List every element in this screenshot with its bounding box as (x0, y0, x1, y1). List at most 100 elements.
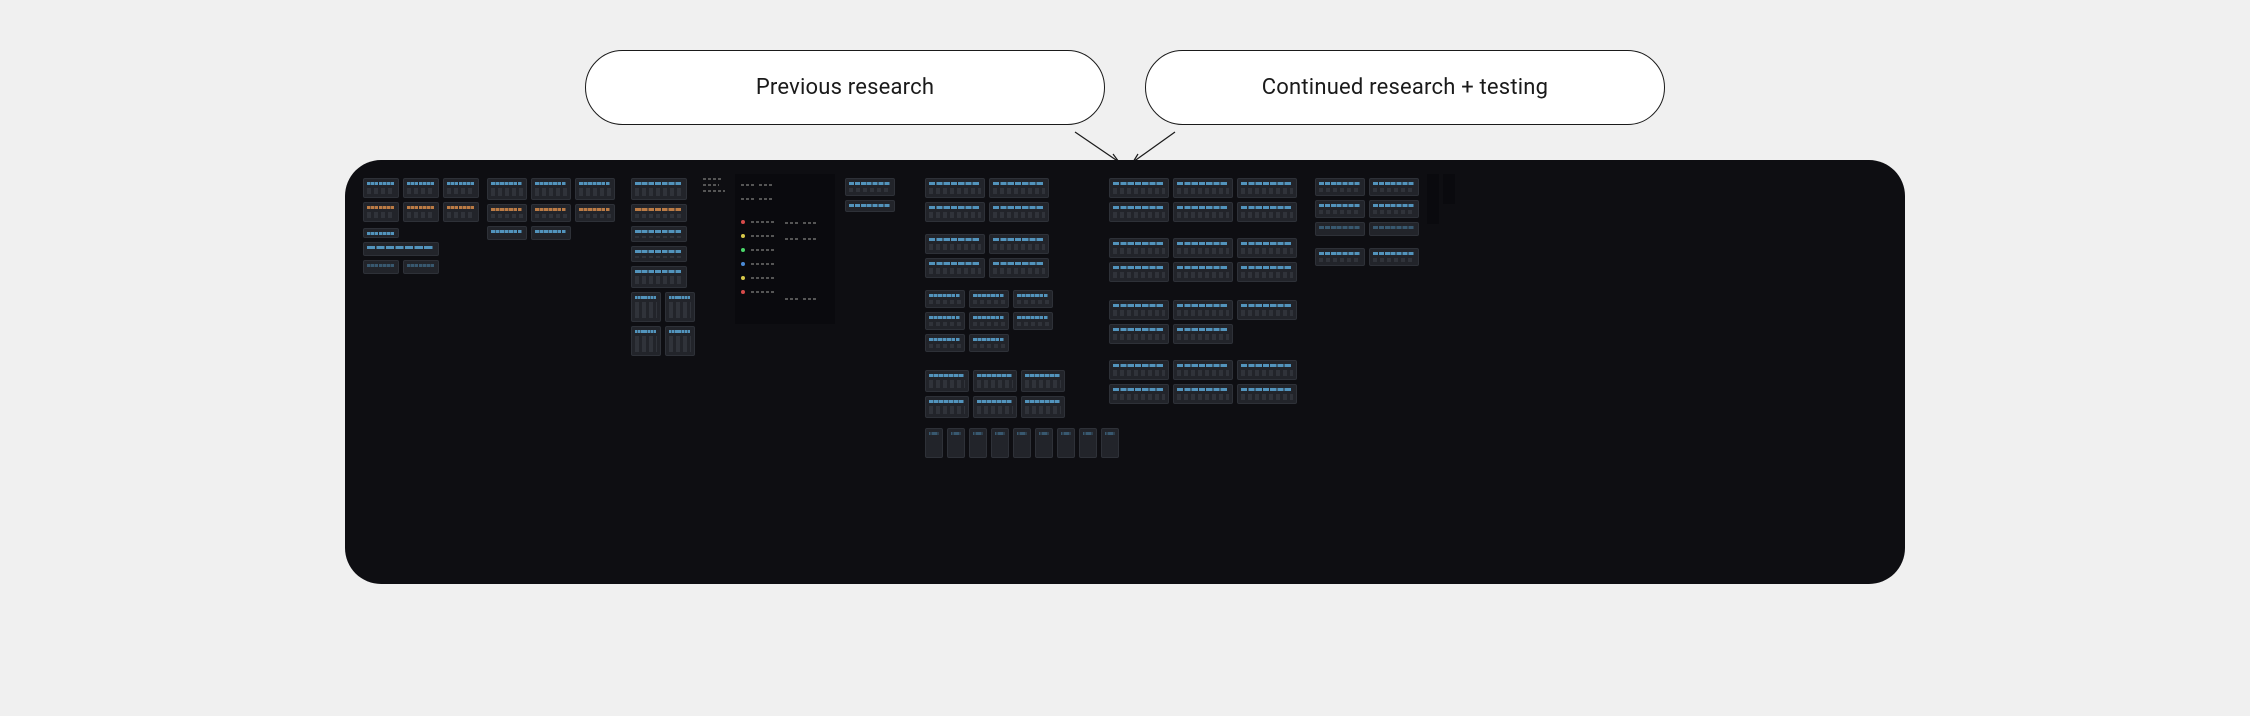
frame (665, 326, 695, 356)
frame (1237, 262, 1297, 282)
frame (1109, 178, 1169, 198)
frame (925, 234, 985, 254)
frame (989, 178, 1049, 198)
frame (969, 312, 1009, 330)
frame (1173, 300, 1233, 320)
frame (531, 204, 571, 222)
frame (1173, 202, 1233, 222)
frame (845, 200, 895, 212)
frame (575, 178, 615, 200)
frame (1173, 324, 1233, 344)
frame (925, 312, 965, 330)
frame (925, 334, 965, 352)
swatch-grid (735, 174, 835, 324)
frame (443, 178, 479, 198)
frame (1369, 248, 1419, 266)
frame (631, 326, 661, 356)
frame (989, 234, 1049, 254)
design-canvas[interactable] (345, 160, 1905, 584)
frame (1237, 360, 1297, 380)
frame (1443, 174, 1455, 204)
frame (1109, 384, 1169, 404)
frame (363, 178, 399, 198)
frame (1173, 178, 1233, 198)
frame (403, 260, 439, 274)
frame (1101, 428, 1119, 458)
frame (1237, 178, 1297, 198)
frame (665, 292, 695, 322)
frame (487, 226, 527, 240)
frame (1369, 178, 1419, 196)
frame-label (703, 184, 719, 186)
frame (1315, 178, 1365, 196)
frame (845, 178, 895, 196)
frame (403, 202, 439, 222)
frame (363, 260, 399, 274)
frame (925, 202, 985, 222)
frame (1035, 428, 1053, 458)
frame (1109, 262, 1169, 282)
frame (1173, 238, 1233, 258)
frame (947, 428, 965, 458)
frame (969, 334, 1009, 352)
frame (1013, 428, 1031, 458)
frame (925, 178, 985, 198)
frame (1173, 262, 1233, 282)
frame (925, 396, 969, 418)
frame (575, 204, 615, 222)
frame (363, 242, 439, 256)
previous-research-pill: Previous research (585, 50, 1105, 125)
frame (631, 226, 687, 242)
frame (1237, 202, 1297, 222)
frame (1021, 396, 1065, 418)
frame (925, 290, 965, 308)
frame (403, 178, 439, 198)
frame (1173, 360, 1233, 380)
frame (989, 258, 1049, 278)
frame (973, 370, 1017, 392)
frame-label (703, 178, 723, 180)
frame (631, 204, 687, 222)
frame (531, 178, 571, 200)
frame (1013, 312, 1053, 330)
frame (443, 202, 479, 222)
frame (1109, 300, 1169, 320)
continued-research-pill: Continued research + testing (1145, 50, 1665, 125)
frame (1315, 200, 1365, 218)
frame (1237, 300, 1297, 320)
frame (1109, 360, 1169, 380)
frame (1109, 238, 1169, 258)
frame (925, 258, 985, 278)
frame (363, 228, 399, 238)
canvas-content (345, 160, 1905, 584)
frame (1369, 222, 1419, 236)
frame (1013, 290, 1053, 308)
frame (363, 202, 399, 222)
frame (989, 202, 1049, 222)
frame (1369, 200, 1419, 218)
frame (631, 178, 687, 200)
frame (1315, 248, 1365, 266)
frame-label (703, 190, 725, 192)
frame (1315, 222, 1365, 236)
frame (1427, 174, 1439, 224)
frame (991, 428, 1009, 458)
frame (973, 396, 1017, 418)
frame (1109, 202, 1169, 222)
frame (631, 292, 661, 322)
frame (969, 290, 1009, 308)
frame (631, 266, 687, 288)
frame (925, 370, 969, 392)
frame (1057, 428, 1075, 458)
labels-row: Previous research Continued research + t… (0, 0, 2250, 125)
frame (925, 428, 943, 458)
frame (969, 428, 987, 458)
frame (1021, 370, 1065, 392)
frame (487, 204, 527, 222)
frame (487, 178, 527, 200)
frame (1237, 238, 1297, 258)
frame (631, 246, 687, 262)
frame (1079, 428, 1097, 458)
frame (531, 226, 571, 240)
frame (1109, 324, 1169, 344)
